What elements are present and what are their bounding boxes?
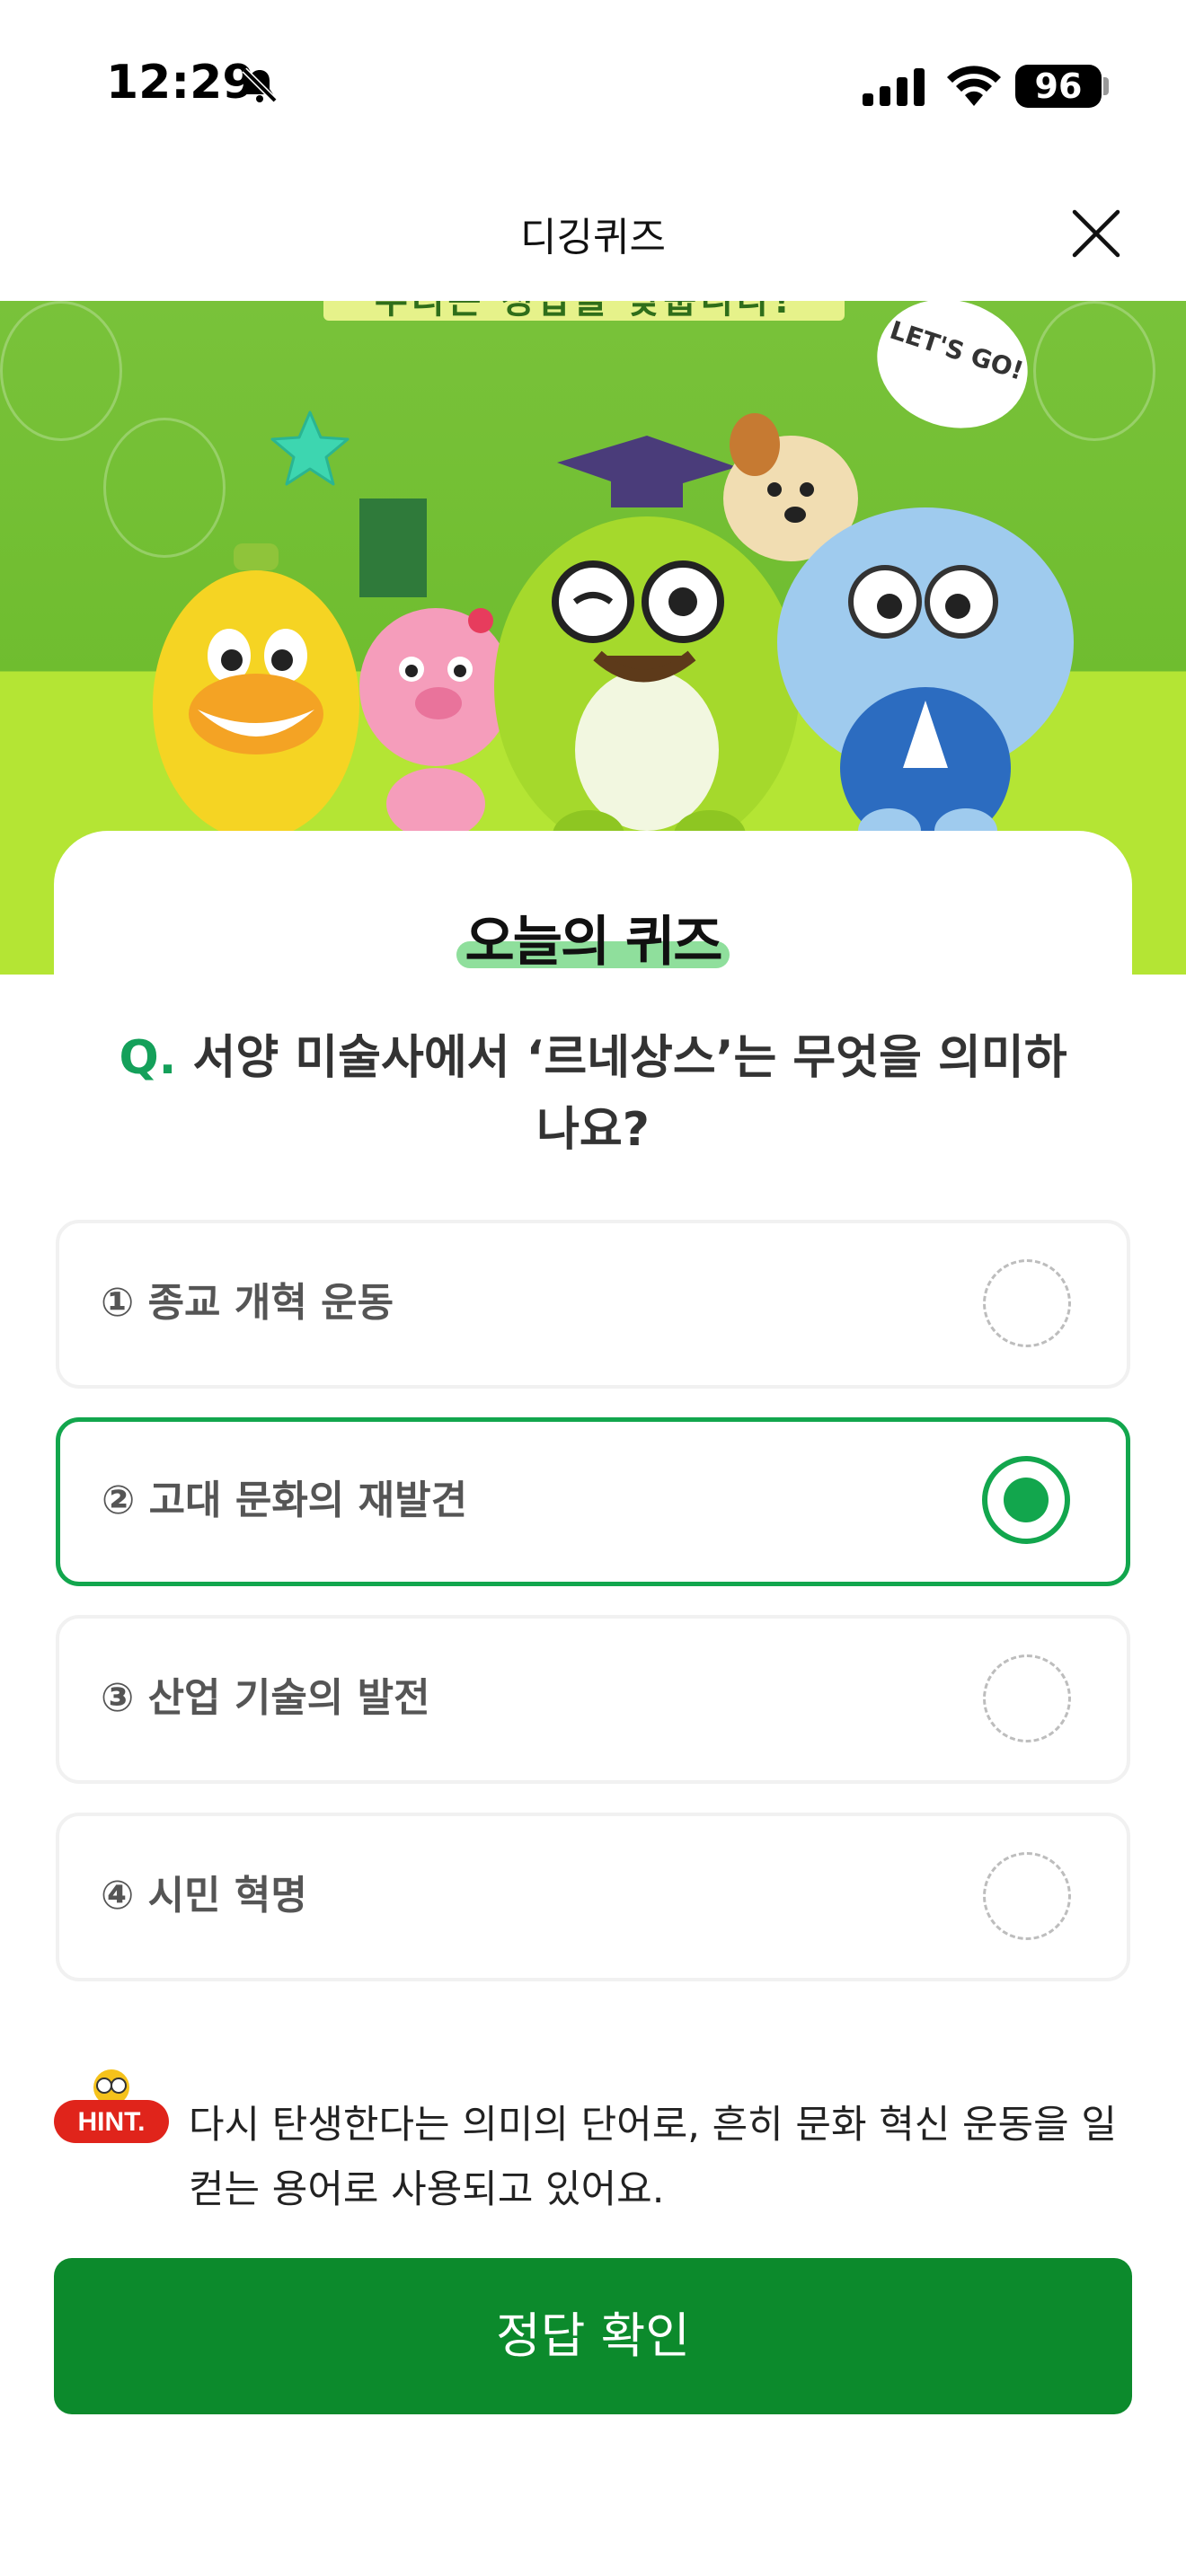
question-text: Q. 서양 미술사에서 ‘르네상스’는 무엇을 의미하나요?: [108, 1022, 1078, 1166]
page-title: 디깅퀴즈: [520, 215, 666, 260]
radio-unchecked-icon[interactable]: [983, 1654, 1071, 1742]
check-answer-button[interactable]: 정답 확인: [54, 2258, 1132, 2414]
option-label: ② 고대 문화의 재발견: [102, 1478, 468, 1523]
quiz-card-title: 오늘의 퀴즈: [465, 911, 723, 974]
bell-muted-icon: [242, 67, 278, 103]
answer-option-4[interactable]: ④ 시민 혁명: [56, 1813, 1130, 1981]
hint-text: 다시 탄생한다는 의미의 단어로, 흔히 문화 혁신 운동을 일컫는 용어로 사…: [189, 2103, 1117, 2212]
hint-badge-label: HINT.: [78, 2107, 146, 2137]
radio-unchecked-icon[interactable]: [983, 1259, 1071, 1347]
question-prefix: Q.: [119, 1031, 177, 1085]
battery-indicator: 96: [1015, 65, 1102, 108]
status-bar: 12:29 96: [0, 0, 1186, 171]
option-label: ③ 산업 기술의 발전: [101, 1675, 430, 1721]
hint-badge-icon: HINT.: [54, 2069, 169, 2143]
answer-option-2[interactable]: ② 고대 문화의 재발견: [56, 1417, 1130, 1586]
radio-checked-icon[interactable]: [982, 1456, 1070, 1544]
radio-unchecked-icon[interactable]: [983, 1852, 1071, 1940]
option-label: ① 종교 개혁 운동: [101, 1280, 394, 1326]
answer-option-1[interactable]: ① 종교 개혁 운동: [56, 1220, 1130, 1389]
close-icon[interactable]: [1069, 207, 1123, 260]
battery-cap: [1103, 77, 1109, 95]
status-time: 12:29: [106, 56, 255, 110]
cellular-signal-icon: [863, 68, 925, 106]
wifi-icon: [947, 66, 1001, 106]
answer-option-3[interactable]: ③ 산업 기술의 발전: [56, 1615, 1130, 1784]
question-body: 서양 미술사에서 ‘르네상스’는 무엇을 의미하나요?: [192, 1031, 1067, 1157]
option-label: ④ 시민 혁명: [101, 1873, 307, 1919]
